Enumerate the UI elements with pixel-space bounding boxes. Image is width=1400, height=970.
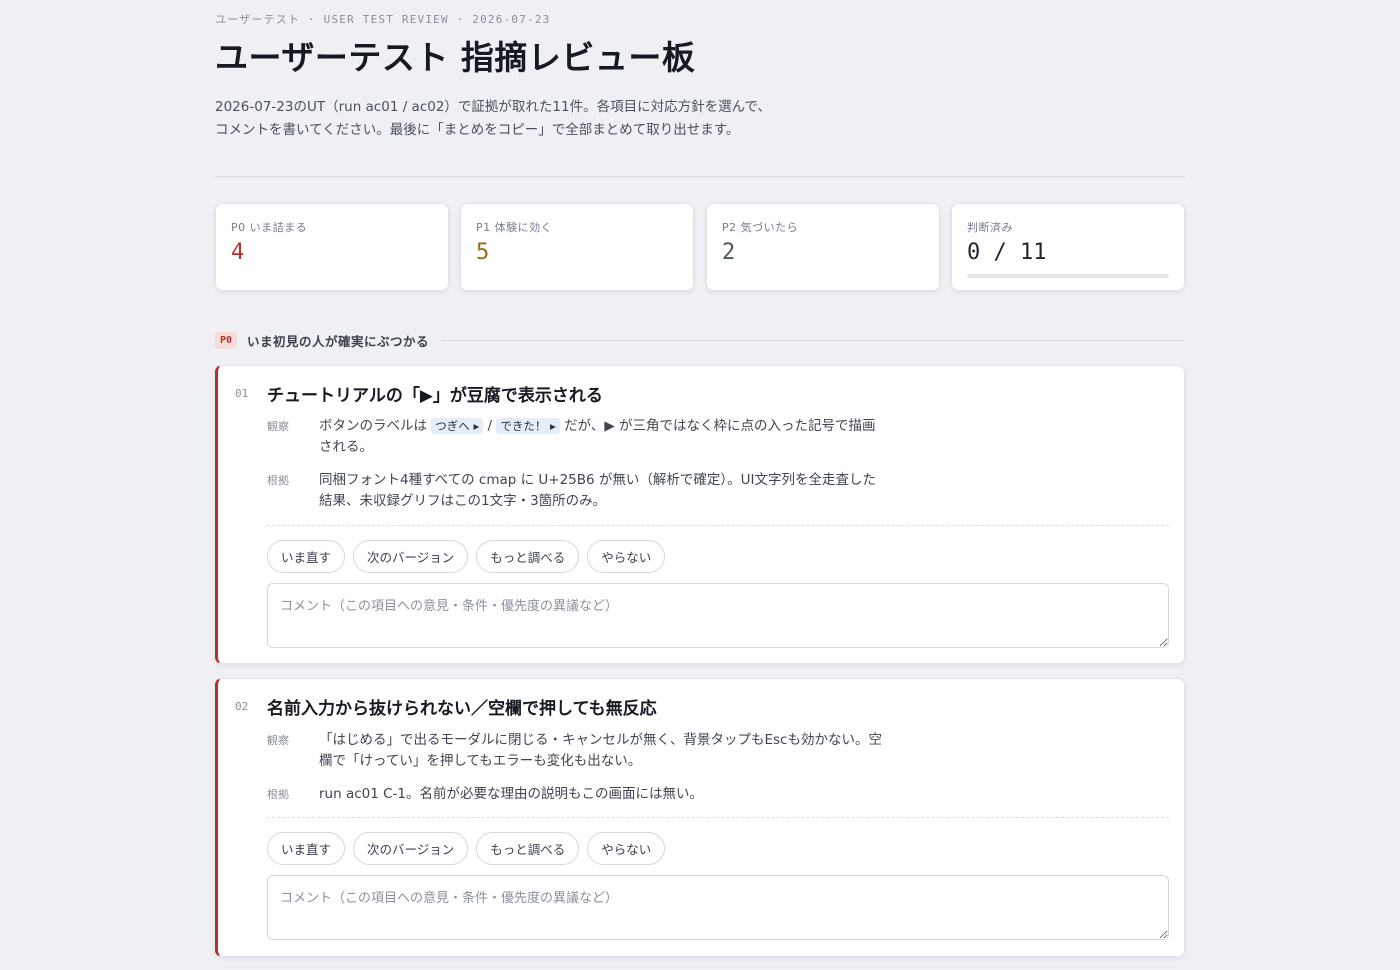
stat-card-p2: P2 気づいたら 2 (706, 203, 940, 291)
stat-value: 4 (231, 240, 245, 265)
comment-input[interactable] (267, 583, 1169, 648)
issue-card: 01 チュートリアルの「▶」が豆腐で表示される 観察 ボタンのラベルは つぎへ … (215, 365, 1185, 664)
evidence-row: 根拠 同梱フォント4種すべての cmap に U+25B6 が無い（解析で確定）… (267, 470, 887, 514)
header-divider (215, 176, 1185, 177)
comment-input[interactable] (267, 875, 1169, 940)
issue-title: チュートリアルの「▶」が豆腐で表示される (267, 386, 603, 406)
choice-investigate-button[interactable]: もっと調べる (476, 540, 580, 573)
stat-card-decided: 判断済み 0 / 11 (951, 203, 1185, 291)
observation-text: 「はじめる」で出るモーダルに閉じる・キャンセルが無く、背景タップもEscも効かな… (319, 732, 882, 769)
choice-wont-do-button[interactable]: やらない (587, 832, 666, 865)
observation-text: ボタンのラベルは つぎへ ▸ / できた！ ▸ だが、▶ が三角ではなく枠に点の… (319, 416, 889, 458)
choice-next-version-button[interactable]: 次のバージョン (353, 540, 469, 573)
section-title: いま初見の人が確実にぶつかる (247, 333, 430, 349)
card-divider (267, 817, 1169, 818)
stat-value: 2 (722, 240, 736, 265)
decided-progress-bar (967, 274, 1169, 278)
eyebrow: ユーザーテスト · USER TEST REVIEW · 2026-07-23 (215, 13, 551, 26)
evidence-row: 根拠 run ac01 C-1。名前が必要な理由の説明もこの画面には無い。 (267, 784, 887, 806)
stat-value: 5 (476, 240, 490, 265)
choice-investigate-button[interactable]: もっと調べる (476, 832, 580, 865)
button-label-chip: つぎへ ▸ (431, 418, 484, 434)
issue-title: 名前入力から抜けられない／空欄で押しても無反応 (267, 699, 657, 719)
choice-fix-now-button[interactable]: いま直す (267, 540, 346, 573)
page-title: ユーザーテスト 指摘レビュー板 (215, 38, 696, 77)
issue-number: 01 (235, 387, 249, 400)
evidence-text: 同梱フォント4種すべての cmap に U+25B6 が無い（解析で確定）。UI… (319, 472, 877, 509)
decision-choices: いま直す 次のバージョン もっと調べる やらない (267, 540, 666, 573)
stat-label: P2 気づいたら (722, 221, 799, 234)
choice-fix-now-button[interactable]: いま直す (267, 832, 346, 865)
stats-row: P0 いま詰まる 4 P1 体験に効く 5 P2 気づいたら 2 判断済み 0 … (215, 203, 1185, 291)
stat-card-p1: P1 体験に効く 5 (460, 203, 694, 291)
stat-value: 0 / 11 (967, 240, 1047, 265)
observation-row: 観察 ボタンのラベルは つぎへ ▸ / できた！ ▸ だが、▶ が三角ではなく枠… (267, 416, 887, 460)
observation-row: 観察 「はじめる」で出るモーダルに閉じる・キャンセルが無く、背景タップもEscも… (267, 730, 887, 774)
stat-label: 判断済み (967, 221, 1013, 234)
issue-card: 02 名前入力から抜けられない／空欄で押しても無反応 観察 「はじめる」で出るモ… (215, 678, 1185, 957)
stat-label: P0 いま詰まる (231, 221, 308, 234)
evidence-label: 根拠 (267, 788, 289, 801)
priority-badge: P0 (215, 331, 238, 349)
separator: / (487, 418, 493, 434)
decision-choices: いま直す 次のバージョン もっと調べる やらない (267, 832, 666, 865)
section-header-p0: P0 いま初見の人が確実にぶつかる (215, 330, 1185, 350)
choice-wont-do-button[interactable]: やらない (587, 540, 666, 573)
evidence-text: run ac01 C-1。名前が必要な理由の説明もこの画面には無い。 (319, 786, 704, 802)
observation-label: 観察 (267, 420, 289, 433)
card-divider (267, 525, 1169, 526)
choice-next-version-button[interactable]: 次のバージョン (353, 832, 469, 865)
section-divider (441, 339, 1185, 341)
stat-card-p0: P0 いま詰まる 4 (215, 203, 449, 291)
observation-label: 観察 (267, 734, 289, 747)
evidence-label: 根拠 (267, 474, 289, 487)
issue-number: 02 (235, 700, 249, 713)
intro-text: 2026-07-23のUT（run ac01 / ac02）で証拠が取れた11件… (215, 99, 771, 138)
stat-label: P1 体験に効く (476, 221, 553, 234)
button-label-chip: できた！ ▸ (496, 418, 560, 434)
observation-text-part: ボタンのラベルは (319, 418, 427, 434)
